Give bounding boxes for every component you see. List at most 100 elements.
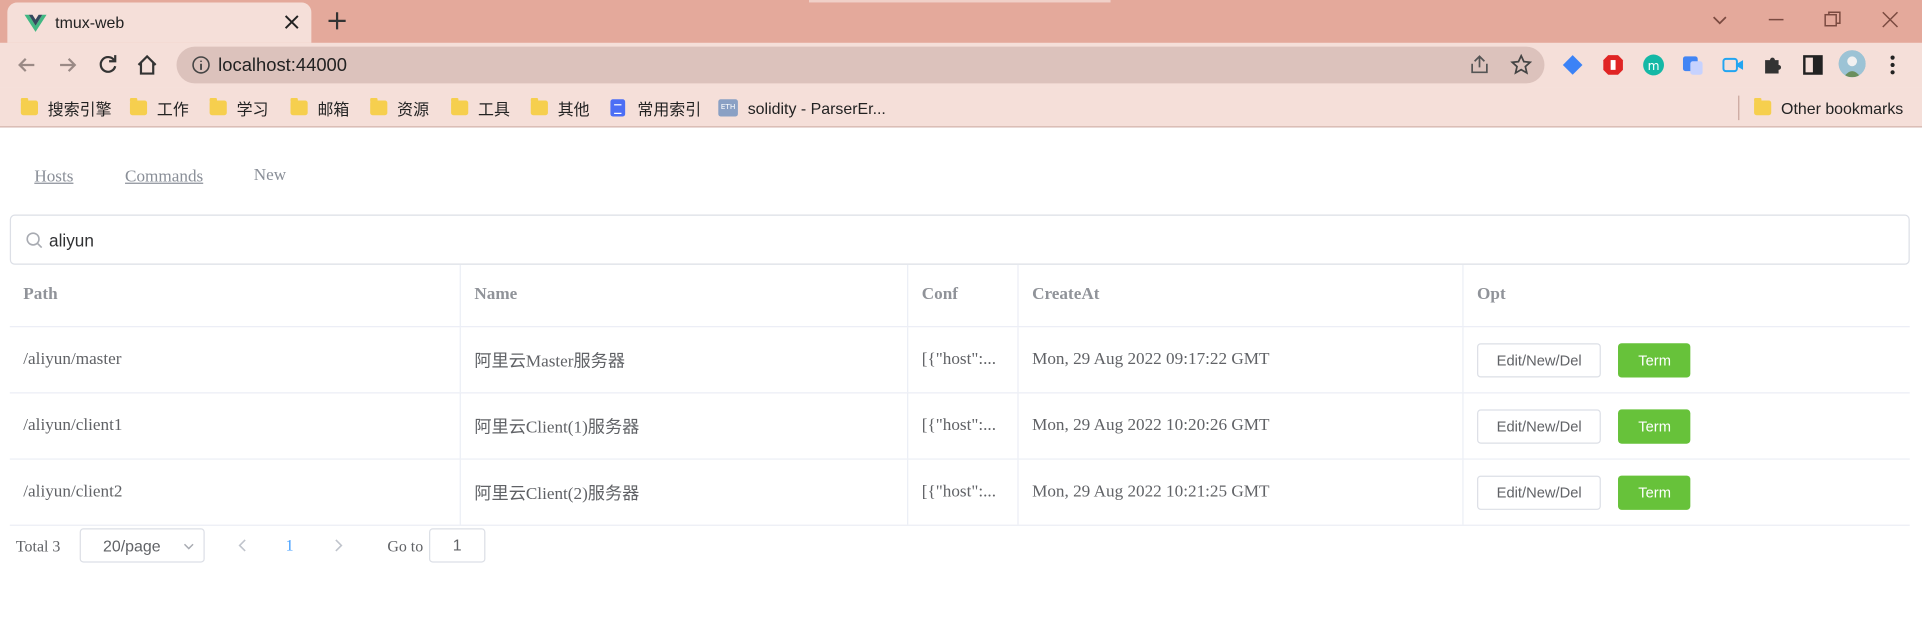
google-docs-icon (610, 99, 626, 117)
home-icon[interactable] (135, 53, 160, 78)
browser-toolbar: localhost:44000 m (0, 42, 1922, 88)
avatar-image-icon (1838, 50, 1866, 78)
chevron-down-icon (183, 543, 194, 550)
extension-video-icon[interactable] (1722, 54, 1744, 76)
vue-logo-icon (24, 14, 47, 32)
cell-createat: Mon, 29 Aug 2022 10:20:26 GMT (1019, 393, 1464, 459)
cell-opt: Edit/New/Del Term (1464, 327, 1910, 392)
folder-icon (20, 98, 38, 116)
term-button[interactable]: Term (1618, 408, 1691, 444)
window-close-icon[interactable] (1880, 10, 1900, 30)
page-number-current[interactable]: 1 (286, 536, 294, 556)
table-row: /aliyun/master 阿里云Master服务器 [{"host":...… (9, 327, 1910, 394)
url-text: localhost:44000 (218, 55, 348, 76)
page-size-select[interactable]: 20/page (79, 528, 205, 563)
edit-new-del-button[interactable]: Edit/New/Del (1477, 342, 1602, 377)
cell-path: /aliyun/master (10, 327, 461, 393)
bookmark-folder[interactable]: 资源 (370, 97, 429, 119)
pagination: Total 3 20/page 1 Go to 1 (0, 528, 735, 563)
prev-page-icon[interactable] (235, 538, 250, 553)
goto-page-input[interactable]: 1 (429, 528, 486, 563)
restore-icon[interactable] (1823, 10, 1843, 30)
forward-arrow-icon[interactable] (55, 53, 80, 78)
search-icon (26, 232, 43, 249)
cell-createat: Mon, 29 Aug 2022 09:17:22 GMT (1019, 327, 1464, 393)
search-value: aliyun (49, 230, 94, 251)
folder-icon (129, 98, 148, 116)
cell-conf: [{"host":... (908, 327, 1019, 393)
term-button[interactable]: Term (1618, 342, 1691, 377)
folder-icon (451, 98, 469, 116)
browser-menu-icon[interactable] (1883, 54, 1903, 76)
extension-google-translate-icon[interactable] (1682, 54, 1704, 76)
eth-icon: ETH (718, 99, 738, 117)
header-opt: Opt (1477, 285, 1506, 304)
bookmark-folder[interactable]: 其他 (530, 97, 590, 119)
goto-label: Go to (387, 536, 424, 556)
other-bookmarks[interactable]: Other bookmarks (1754, 97, 1903, 119)
bookmark-link[interactable]: 常用索引 (610, 97, 701, 119)
reload-icon[interactable] (96, 53, 121, 78)
search-input[interactable]: aliyun (9, 214, 1910, 265)
table-header-row: Path Name Conf CreateAt Opt (9, 264, 1910, 328)
cell-path: /aliyun/client1 (10, 393, 461, 459)
close-tab-icon[interactable] (282, 12, 302, 32)
term-button[interactable]: Term (1618, 474, 1691, 510)
page-size-value: 20/page (102, 536, 161, 556)
pagination-total: Total 3 (15, 536, 61, 556)
nav-commands-link[interactable]: Commands (125, 168, 203, 188)
extensions-puzzle-icon[interactable] (1761, 54, 1783, 76)
tabstrip-accent (809, 0, 1111, 3)
bookmark-folder[interactable]: 搜索引擎 (20, 97, 112, 119)
edit-new-del-button[interactable]: Edit/New/Del (1477, 408, 1602, 444)
bookmark-folder[interactable]: 学习 (209, 97, 268, 119)
cell-createat: Mon, 29 Aug 2022 10:21:25 GMT (1019, 459, 1464, 525)
bookmarks-bar: 搜索引擎 工作 学习 邮箱 资源 工具 其他 常用索引 ETH solidity … (0, 87, 1922, 128)
cell-opt: Edit/New/Del Term (1464, 460, 1910, 525)
hosts-table: Path Name Conf CreateAt Opt /aliyun/mast… (9, 264, 1910, 526)
extension-translate-icon[interactable] (1562, 54, 1584, 76)
browser-tab[interactable]: tmux-web (7, 2, 312, 43)
tab-title: tmux-web (55, 13, 125, 32)
folder-icon (530, 98, 548, 116)
bookmark-folder[interactable]: 邮箱 (290, 97, 349, 119)
folder-icon (209, 98, 227, 116)
bookmark-link[interactable]: ETH solidity - ParserEr... (718, 97, 886, 119)
nav-hosts-link[interactable]: Hosts (34, 168, 73, 188)
minimize-icon[interactable] (1766, 10, 1786, 30)
profile-avatar[interactable] (1838, 50, 1866, 78)
nav-new-link[interactable]: New (254, 167, 286, 187)
site-info-icon[interactable] (191, 55, 211, 75)
cell-name: 阿里云Master服务器 (461, 327, 909, 393)
cell-conf: [{"host":... (908, 459, 1019, 525)
header-path: Path (10, 264, 461, 327)
address-bar[interactable]: localhost:44000 (176, 46, 1545, 84)
extension-m-icon[interactable]: m (1643, 54, 1665, 76)
cell-name: 阿里云Client(2)服务器 (461, 459, 909, 525)
share-icon[interactable] (1468, 54, 1490, 76)
browser-tabstrip: tmux-web (0, 0, 1922, 43)
svg-text:m: m (1648, 59, 1660, 73)
cell-conf: [{"host":... (908, 393, 1019, 459)
cell-path: /aliyun/client2 (10, 459, 461, 525)
extension-adblock-icon[interactable] (1602, 54, 1624, 76)
header-name: Name (461, 264, 909, 327)
bookmark-folder[interactable]: 工作 (129, 97, 189, 119)
table-row: /aliyun/client2 阿里云Client(2)服务器 [{"host"… (9, 459, 1910, 526)
header-conf: Conf (908, 264, 1019, 327)
folder-icon (370, 98, 388, 116)
bookmark-star-icon[interactable] (1510, 53, 1533, 76)
bookmark-folder[interactable]: 工具 (451, 97, 510, 119)
edit-new-del-button[interactable]: Edit/New/Del (1477, 474, 1602, 510)
cell-opt: Edit/New/Del Term (1464, 393, 1910, 458)
header-createat: CreateAt (1019, 264, 1464, 327)
bookmarks-separator (1738, 95, 1740, 121)
side-panel-icon[interactable] (1802, 54, 1824, 76)
next-page-icon[interactable] (331, 538, 346, 553)
cell-name: 阿里云Client(1)服务器 (461, 393, 909, 459)
new-tab-icon[interactable] (326, 10, 348, 32)
tab-search-chevron-icon[interactable] (1710, 10, 1730, 30)
folder-icon (1754, 98, 1772, 116)
folder-icon (290, 98, 308, 116)
back-arrow-icon[interactable] (15, 53, 40, 78)
